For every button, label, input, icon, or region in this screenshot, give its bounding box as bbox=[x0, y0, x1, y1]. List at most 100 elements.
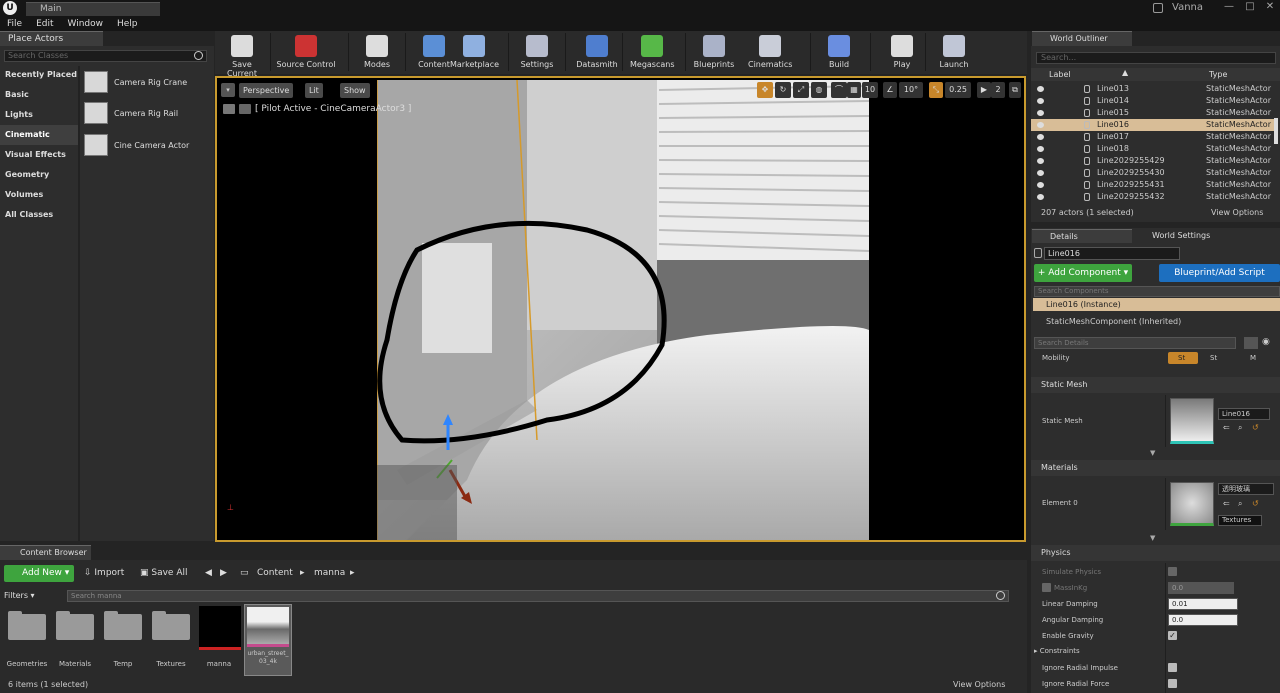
add-component-button[interactable]: + Add Component ▾ bbox=[1034, 264, 1132, 282]
search-classes-input[interactable]: Search Classes bbox=[4, 50, 207, 62]
toolbar-launch-button[interactable]: Launch bbox=[932, 35, 976, 73]
ignore-radial-force-checkbox[interactable] bbox=[1168, 679, 1177, 688]
static-mesh-component-row[interactable]: StaticMeshComponent (Inherited) bbox=[1046, 317, 1181, 326]
mass-field[interactable]: 0.0 bbox=[1168, 582, 1234, 594]
outliner-row[interactable]: Line013 StaticMeshActor bbox=[1031, 83, 1274, 95]
category-visual-effects[interactable]: Visual Effects bbox=[0, 145, 78, 165]
viewport-options-button[interactable]: ▾ bbox=[221, 83, 235, 97]
outliner-row[interactable]: Line014 StaticMeshActor bbox=[1031, 95, 1274, 107]
world-local-icon[interactable]: ◍ bbox=[811, 82, 827, 98]
physics-section[interactable]: Physics bbox=[1031, 545, 1280, 561]
maximize-viewport-icon[interactable]: ⧉ bbox=[1009, 82, 1021, 98]
component-instance-row[interactable]: Line016 (Instance) bbox=[1033, 298, 1280, 311]
mass-override-checkbox[interactable] bbox=[1042, 583, 1051, 592]
nav-back-icon[interactable]: ◀ bbox=[205, 565, 212, 582]
reset-icon[interactable]: ↺ bbox=[1252, 423, 1259, 432]
tab-details[interactable]: Details bbox=[1032, 229, 1132, 243]
surface-snap-icon[interactable]: ⌒ bbox=[831, 82, 847, 98]
ignore-radial-impulse-checkbox[interactable] bbox=[1168, 663, 1177, 672]
outliner-row[interactable]: Line016 StaticMeshActor bbox=[1031, 119, 1274, 131]
enable-gravity-checkbox[interactable]: ✓ bbox=[1168, 631, 1177, 640]
tab-place-actors[interactable]: Place Actors bbox=[0, 31, 103, 46]
toolbar-megascans-button[interactable]: Megascans bbox=[630, 35, 675, 73]
menu-help[interactable]: Help bbox=[110, 18, 145, 31]
folder-textures-icon[interactable] bbox=[152, 611, 190, 640]
mobility-stationary-button[interactable]: St bbox=[1210, 352, 1217, 364]
static-mesh-picker[interactable]: Line016 bbox=[1218, 408, 1270, 420]
menu-edit[interactable]: Edit bbox=[29, 18, 60, 31]
path-content[interactable]: Content bbox=[257, 565, 293, 582]
close-icon[interactable]: ✕ bbox=[1263, 0, 1277, 14]
toolbar-blueprints-button[interactable]: Blueprints bbox=[692, 35, 736, 73]
transform-scale-icon[interactable]: ⤢ bbox=[793, 82, 809, 98]
toolbar-cinematics-button[interactable]: Cinematics bbox=[748, 35, 792, 73]
transform-move-icon[interactable]: ✥ bbox=[757, 82, 773, 98]
outliner-row[interactable]: Line2029255432 StaticMeshActor bbox=[1031, 191, 1274, 203]
outliner-search-input[interactable]: Search... bbox=[1036, 52, 1276, 64]
visibility-eye-icon[interactable] bbox=[1037, 194, 1044, 200]
browse-icon[interactable]: ⌕ bbox=[1238, 423, 1242, 433]
outliner-row[interactable]: Line2029255430 StaticMeshActor bbox=[1031, 167, 1274, 179]
transform-rotate-icon[interactable]: ↻ bbox=[775, 82, 791, 98]
folder-icon[interactable]: ▭ bbox=[240, 565, 249, 582]
category-cinematic[interactable]: Cinematic bbox=[0, 125, 78, 145]
linear-damping-field[interactable]: 0.01 bbox=[1168, 598, 1238, 610]
sort-ascending-icon[interactable]: ▲ bbox=[1122, 68, 1128, 77]
search-details-input[interactable]: Search Details bbox=[1034, 337, 1236, 349]
property-matrix-icon[interactable] bbox=[1244, 337, 1258, 349]
material-thumbnail[interactable] bbox=[1170, 482, 1214, 526]
viewport-scene[interactable] bbox=[377, 80, 869, 540]
visibility-eye-icon[interactable] bbox=[1037, 110, 1044, 116]
blueprint-add-script-button[interactable]: Blueprint/Add Script bbox=[1159, 264, 1280, 282]
category-basic[interactable]: Basic bbox=[0, 85, 78, 105]
search-components-input[interactable]: Search Components bbox=[1034, 286, 1280, 297]
add-new-button[interactable]: Add New ▾ bbox=[4, 565, 74, 582]
outliner-row[interactable]: Line017 StaticMeshActor bbox=[1031, 131, 1274, 143]
use-selected-icon[interactable]: ⇐ bbox=[1223, 423, 1230, 432]
tab-world-settings[interactable]: World Settings bbox=[1134, 229, 1254, 243]
eye-icon[interactable]: ◉ bbox=[1262, 337, 1276, 349]
toolbar-source-control-button[interactable]: Source Control bbox=[275, 35, 337, 73]
minimize-icon[interactable]: — bbox=[1222, 0, 1236, 14]
expand-chevron-icon[interactable]: ▼ bbox=[1150, 449, 1155, 457]
actor-camera-rig-crane[interactable]: Camera Rig Crane bbox=[84, 71, 187, 93]
category-all-classes[interactable]: All Classes bbox=[0, 205, 78, 225]
angular-damping-field[interactable]: 0.0 bbox=[1168, 614, 1238, 626]
tab-world-outliner[interactable]: World Outliner bbox=[1032, 31, 1132, 46]
mobility-movable-button[interactable]: M bbox=[1250, 352, 1256, 364]
actor-camera-rig-rail[interactable]: Camera Rig Rail bbox=[84, 102, 178, 124]
mobility-static-button[interactable]: St bbox=[1168, 352, 1198, 364]
expand-materials-chevron-icon[interactable]: ▼ bbox=[1150, 534, 1155, 542]
toolbar-datasmith-button[interactable]: Datasmith bbox=[575, 35, 619, 73]
outliner-view-options[interactable]: View Options bbox=[1211, 208, 1263, 217]
tab-main[interactable]: Main bbox=[26, 2, 160, 16]
visibility-eye-icon[interactable] bbox=[1037, 158, 1044, 164]
visibility-eye-icon[interactable] bbox=[1037, 182, 1044, 188]
material-picker[interactable]: 透明玻璃 bbox=[1218, 483, 1274, 495]
import-button[interactable]: ⇩ Import bbox=[84, 565, 124, 582]
menu-file[interactable]: File bbox=[0, 18, 29, 31]
folder-temp-icon[interactable] bbox=[104, 611, 142, 640]
category-volumes[interactable]: Volumes bbox=[0, 185, 78, 205]
static-mesh-section[interactable]: Static Mesh bbox=[1031, 377, 1280, 393]
lit-button[interactable]: Lit bbox=[305, 83, 323, 98]
folder-materials-icon[interactable] bbox=[56, 611, 94, 640]
toolbar-build-button[interactable]: Build bbox=[817, 35, 861, 73]
scale-snap-value[interactable]: 0.25 bbox=[945, 82, 971, 98]
outliner-row[interactable]: Line2029255429 StaticMeshActor bbox=[1031, 155, 1274, 167]
content-view-options[interactable]: View Options bbox=[953, 680, 1005, 689]
folder-geometries-icon[interactable] bbox=[8, 611, 46, 640]
asset-hdri-tile[interactable]: urban_street_03_4k bbox=[244, 604, 292, 676]
level-viewport[interactable]: ▾ Perspective Lit Show [ Pilot Active - … bbox=[215, 76, 1026, 542]
save-all-button[interactable]: ▣ Save All bbox=[140, 565, 188, 582]
eject-icon[interactable] bbox=[223, 104, 235, 114]
type-column-header[interactable]: Type bbox=[1209, 70, 1227, 79]
rotation-snap-value[interactable]: 10° bbox=[899, 82, 923, 98]
simulate-physics-checkbox[interactable] bbox=[1168, 567, 1177, 576]
outliner-row[interactable]: Line2029255431 StaticMeshActor bbox=[1031, 179, 1274, 191]
visibility-eye-icon[interactable] bbox=[1037, 134, 1044, 140]
nav-forward-icon[interactable]: ▶ bbox=[220, 565, 227, 582]
visibility-eye-icon[interactable] bbox=[1037, 122, 1044, 128]
maximize-icon[interactable]: □ bbox=[1243, 0, 1257, 14]
visibility-eye-icon[interactable] bbox=[1037, 86, 1044, 92]
